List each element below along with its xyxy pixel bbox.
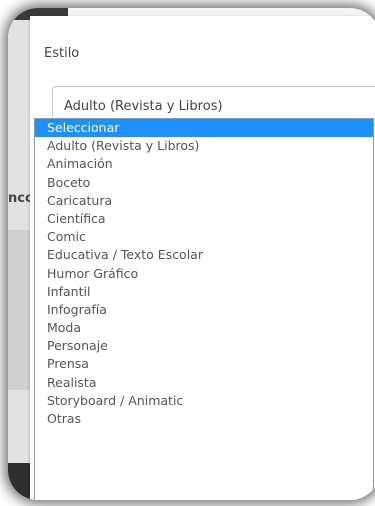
dropdown-option[interactable]: Adulto (Revista y Libros) [35,137,373,155]
dropdown-option[interactable]: Humor Gráfico [35,265,373,283]
dropdown-option[interactable]: Educativa / Texto Escolar [35,246,373,264]
dropdown-option[interactable]: Personaje [35,337,373,355]
dropdown-option[interactable]: Storyboard / Animatic [35,392,373,410]
dropdown-option[interactable]: Realista [35,374,373,392]
screenshot-stage: ncor Estilo Adulto (Revista y Libros) Se… [0,0,375,506]
dropdown-option[interactable]: Comic [35,228,373,246]
dropdown-option[interactable]: Moda [35,319,373,337]
dropdown-option[interactable]: Científica [35,210,373,228]
zoom-card: ncor Estilo Adulto (Revista y Libros) Se… [8,8,375,500]
dropdown-option[interactable]: Seleccionar [35,119,373,138]
estilo-select-value: Adulto (Revista y Libros) [64,99,223,114]
dropdown-option[interactable]: Prensa [35,355,373,373]
estilo-label: Estilo [44,46,80,61]
dropdown-option[interactable]: Boceto [35,174,373,192]
dropdown-option[interactable]: Infografía [35,301,373,319]
dropdown-option[interactable]: Otras [35,410,373,428]
dropdown-option[interactable]: Animación [35,155,373,173]
estilo-dropdown-list: Seleccionar Adulto (Revista y Libros) Anim… [34,118,374,500]
dropdown-option[interactable]: Caricatura [35,192,373,210]
dropdown-option[interactable]: Infantil [35,283,373,301]
